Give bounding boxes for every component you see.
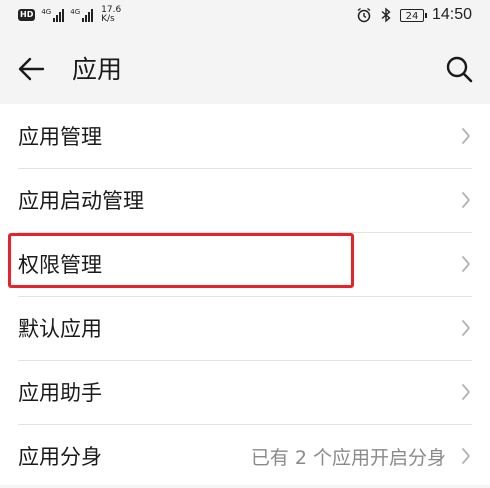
list-item-value: 已有 2 个应用开启分身 [250, 446, 446, 469]
list-item-label: 应用管理 [18, 125, 102, 149]
list-item-app-assistant[interactable]: 应用助手 [0, 360, 490, 424]
list-item-label: 应用启动管理 [18, 189, 144, 213]
page-title: 应用 [72, 55, 123, 84]
bluetooth-icon [381, 7, 391, 23]
status-bar: HD 4G 4G 17.6 K/s 24 14:50 [0, 0, 490, 34]
arrow-left-icon[interactable] [16, 54, 46, 84]
chevron-right-icon [462, 256, 470, 272]
app-bar: 应用 [0, 34, 490, 104]
chevron-right-icon [462, 448, 470, 464]
clock: 14:50 [431, 6, 472, 23]
sim1-label: 4G [41, 7, 52, 16]
chevron-right-icon [462, 384, 470, 400]
list-item-app-launch[interactable]: 应用启动管理 [0, 168, 490, 232]
chevron-right-icon [462, 128, 470, 144]
network-speed-unit: K/s [101, 14, 115, 24]
sim2-label: 4G [70, 7, 81, 16]
chevron-right-icon [462, 320, 470, 336]
list-item-default-apps[interactable]: 默认应用 [0, 296, 490, 360]
status-left: HD 4G 4G 17.6 K/s [18, 6, 121, 24]
alarm-icon [357, 7, 371, 23]
list-item-label: 权限管理 [18, 253, 102, 277]
search-icon[interactable] [444, 54, 474, 84]
chevron-right-icon [462, 192, 470, 208]
list-item-app-management[interactable]: 应用管理 [0, 104, 490, 168]
hd-badge: HD [18, 9, 36, 21]
sim1-signal-icon: 4G [41, 7, 65, 22]
list-item-app-twin[interactable]: 应用分身 已有 2 个应用开启分身 [0, 424, 490, 488]
settings-list: 应用管理 应用启动管理 权限管理 默认应用 应用助手 应用分身 已有 2 个应用… [0, 104, 490, 485]
list-item-permissions[interactable]: 权限管理 [0, 232, 490, 296]
list-item-label: 默认应用 [18, 317, 102, 341]
sim2-signal-icon: 4G [70, 7, 94, 22]
list-item-label: 应用助手 [18, 381, 102, 405]
list-item-label: 应用分身 [18, 445, 102, 469]
battery-icon: 24 [399, 8, 427, 22]
status-right: 24 14:50 [356, 6, 472, 24]
network-speed: 17.6 K/s [101, 6, 121, 24]
